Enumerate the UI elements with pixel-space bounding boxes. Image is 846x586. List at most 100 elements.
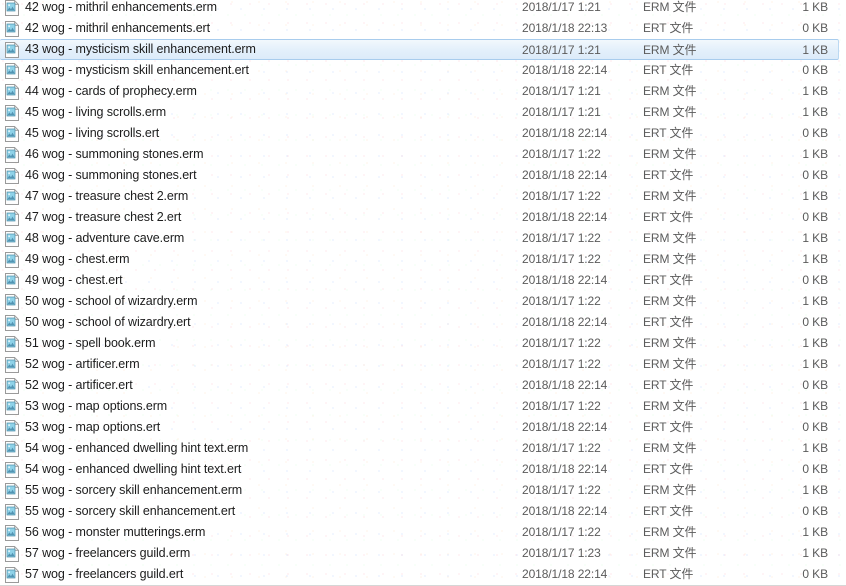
file-row[interactable]: 53 wog - map options.erm 2018/1/17 1:22 …	[0, 396, 846, 417]
file-name: 46 wog - summoning stones.erm	[25, 147, 204, 161]
file-list-viewport[interactable]: 42 wog - mithril enhancements.erm 2018/1…	[0, 0, 846, 586]
file-date-modified: 2018/1/17 1:22	[522, 189, 601, 203]
file-list[interactable]: 42 wog - mithril enhancements.erm 2018/1…	[0, 0, 846, 585]
file-row[interactable]: 45 wog - living scrolls.ert 2018/1/18 22…	[0, 123, 846, 144]
file-size: 0 KB	[802, 462, 828, 476]
erm-file-icon	[5, 146, 19, 163]
erm-file-icon	[5, 20, 19, 37]
file-date-modified: 2018/1/18 22:13	[522, 21, 608, 35]
file-name: 49 wog - chest.erm	[25, 252, 130, 266]
file-date-modified: 2018/1/18 22:14	[522, 378, 608, 392]
file-date-modified: 2018/1/18 22:14	[522, 567, 608, 581]
file-row[interactable]: 51 wog - spell book.erm 2018/1/17 1:22 E…	[0, 333, 846, 354]
file-date-modified: 2018/1/18 22:14	[522, 315, 608, 329]
file-type: ERM 文件	[643, 231, 697, 245]
file-row[interactable]: 45 wog - living scrolls.erm 2018/1/17 1:…	[0, 102, 846, 123]
erm-file-icon	[5, 545, 19, 562]
file-row[interactable]: 55 wog - sorcery skill enhancement.ert 2…	[0, 501, 846, 522]
file-type: ERT 文件	[643, 315, 694, 329]
file-date-modified: 2018/1/17 1:22	[522, 525, 601, 539]
erm-file-icon	[5, 167, 19, 184]
file-date-modified: 2018/1/17 1:22	[522, 441, 601, 455]
file-date-modified: 2018/1/17 1:22	[522, 294, 601, 308]
file-row[interactable]: 49 wog - chest.ert 2018/1/18 22:14 ERT 文…	[0, 270, 846, 291]
file-type: ERM 文件	[643, 441, 697, 455]
file-row[interactable]: 57 wog - freelancers guild.erm 2018/1/17…	[0, 543, 846, 564]
file-row[interactable]: 46 wog - summoning stones.erm 2018/1/17 …	[0, 144, 846, 165]
file-row[interactable]: 50 wog - school of wizardry.erm 2018/1/1…	[0, 291, 846, 312]
file-name: 52 wog - artificer.erm	[25, 357, 140, 371]
file-row[interactable]: 47 wog - treasure chest 2.erm 2018/1/17 …	[0, 186, 846, 207]
file-date-modified: 2018/1/18 22:14	[522, 168, 608, 182]
file-row[interactable]: 49 wog - chest.erm 2018/1/17 1:22 ERM 文件…	[0, 249, 846, 270]
file-row[interactable]: 57 wog - freelancers guild.ert 2018/1/18…	[0, 564, 846, 585]
file-name: 49 wog - chest.ert	[25, 273, 123, 287]
file-name: 47 wog - treasure chest 2.ert	[25, 210, 182, 224]
file-name: 42 wog - mithril enhancements.ert	[25, 21, 210, 35]
file-date-modified: 2018/1/18 22:14	[522, 420, 608, 434]
file-row-selected[interactable]: 43 wog - mysticism skill enhancement.erm…	[0, 39, 839, 60]
file-name: 48 wog - adventure cave.erm	[25, 231, 185, 245]
file-size: 1 KB	[802, 84, 828, 98]
file-size: 1 KB	[802, 441, 828, 455]
erm-file-icon	[5, 41, 19, 58]
file-row[interactable]: 52 wog - artificer.ert 2018/1/18 22:14 E…	[0, 375, 846, 396]
file-row[interactable]: 56 wog - monster mutterings.erm 2018/1/1…	[0, 522, 846, 543]
file-size: 1 KB	[802, 105, 828, 119]
file-type: ERM 文件	[643, 399, 697, 413]
file-row[interactable]: 42 wog - mithril enhancements.ert 2018/1…	[0, 18, 846, 39]
file-row[interactable]: 54 wog - enhanced dwelling hint text.ert…	[0, 459, 846, 480]
file-row[interactable]: 42 wog - mithril enhancements.erm 2018/1…	[0, 0, 846, 18]
file-size: 1 KB	[802, 525, 828, 539]
file-name: 51 wog - spell book.erm	[25, 336, 156, 350]
file-name: 55 wog - sorcery skill enhancement.ert	[25, 504, 236, 518]
file-type: ERT 文件	[643, 273, 694, 287]
file-size: 0 KB	[802, 210, 828, 224]
erm-file-icon	[5, 293, 19, 310]
file-name: 46 wog - summoning stones.ert	[25, 168, 197, 182]
file-date-modified: 2018/1/17 1:21	[522, 0, 601, 14]
file-size: 1 KB	[802, 546, 828, 560]
erm-file-icon	[5, 125, 19, 142]
erm-file-icon	[5, 83, 19, 100]
file-type: ERM 文件	[643, 357, 697, 371]
file-row[interactable]: 50 wog - school of wizardry.ert 2018/1/1…	[0, 312, 846, 333]
erm-file-icon	[5, 335, 19, 352]
file-row[interactable]: 47 wog - treasure chest 2.ert 2018/1/18 …	[0, 207, 846, 228]
file-type: ERT 文件	[643, 63, 694, 77]
file-size: 0 KB	[802, 21, 828, 35]
file-size: 1 KB	[802, 357, 828, 371]
file-type: ERT 文件	[643, 126, 694, 140]
file-row[interactable]: 46 wog - summoning stones.ert 2018/1/18 …	[0, 165, 846, 186]
file-row[interactable]: 48 wog - adventure cave.erm 2018/1/17 1:…	[0, 228, 846, 249]
file-name: 55 wog - sorcery skill enhancement.erm	[25, 483, 243, 497]
erm-file-icon	[5, 230, 19, 247]
erm-file-icon	[5, 209, 19, 226]
file-name: 56 wog - monster mutterings.erm	[25, 525, 206, 539]
erm-file-icon	[5, 440, 19, 457]
erm-file-icon	[5, 251, 19, 268]
file-row[interactable]: 55 wog - sorcery skill enhancement.erm 2…	[0, 480, 846, 501]
file-row[interactable]: 44 wog - cards of prophecy.erm 2018/1/17…	[0, 81, 846, 102]
erm-file-icon	[5, 356, 19, 373]
file-row[interactable]: 52 wog - artificer.erm 2018/1/17 1:22 ER…	[0, 354, 846, 375]
file-date-modified: 2018/1/17 1:22	[522, 357, 601, 371]
file-date-modified: 2018/1/17 1:23	[522, 546, 601, 560]
file-date-modified: 2018/1/17 1:22	[522, 231, 601, 245]
file-type: ERM 文件	[643, 294, 697, 308]
file-name: 50 wog - school of wizardry.ert	[25, 315, 191, 329]
file-date-modified: 2018/1/18 22:14	[522, 504, 608, 518]
file-size: 0 KB	[802, 567, 828, 581]
file-type: ERM 文件	[643, 189, 697, 203]
file-date-modified: 2018/1/18 22:14	[522, 63, 608, 77]
file-row[interactable]: 53 wog - map options.ert 2018/1/18 22:14…	[0, 417, 846, 438]
erm-file-icon	[5, 314, 19, 331]
file-size: 1 KB	[802, 294, 828, 308]
file-row[interactable]: 43 wog - mysticism skill enhancement.ert…	[0, 60, 846, 81]
file-name: 43 wog - mysticism skill enhancement.ert	[25, 63, 249, 77]
file-row[interactable]: 54 wog - enhanced dwelling hint text.erm…	[0, 438, 846, 459]
file-name: 50 wog - school of wizardry.erm	[25, 294, 198, 308]
erm-file-icon	[5, 524, 19, 541]
file-size: 0 KB	[802, 273, 828, 287]
file-size: 0 KB	[802, 126, 828, 140]
